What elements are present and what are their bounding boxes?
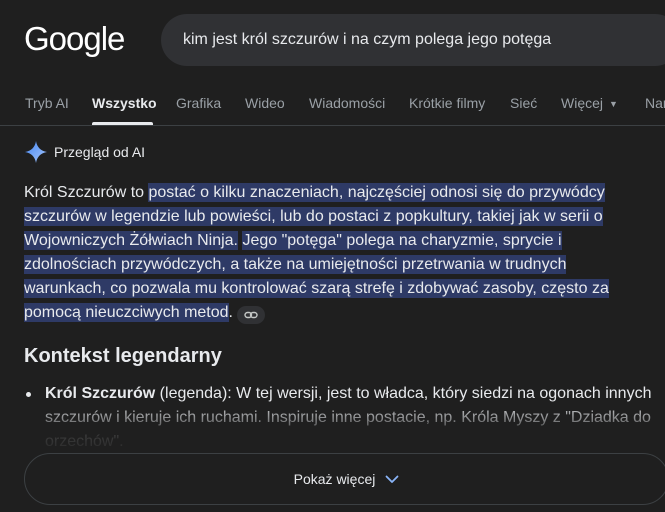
bullet-list: Król Szczurów (legenda): W tej wersji, j… [24,382,654,454]
search-tabs: Tryb AI Wszystko Grafika Wideo Wiadomośc… [0,82,665,126]
search-box[interactable] [161,14,665,66]
link-icon [244,311,258,319]
tab-short-videos[interactable]: Krótkie filmy [409,95,485,111]
bullet-dot [26,392,31,397]
tab-tools[interactable]: Nar [645,95,665,111]
source-link-chip[interactable] [237,306,265,324]
overview-intro: Król Szczurów to [24,184,149,201]
tab-more[interactable]: Więcej ▼ [561,95,618,111]
search-input[interactable] [181,30,665,50]
list-item: Król Szczurów (legenda): W tej wersji, j… [24,382,654,454]
overview-end: . [228,304,233,321]
ai-overview-title: Przegląd od AI [54,144,146,160]
caret-down-icon: ▼ [609,99,618,110]
tab-all[interactable]: Wszystko [92,95,157,111]
ai-overview-text: Król Szczurów to postać o kilku znaczeni… [24,181,644,325]
list-item-term: Król Szczurów [45,385,156,402]
tab-videos[interactable]: Wideo [245,95,285,111]
google-logo[interactable]: Google [24,20,125,58]
tab-more-label: Więcej [561,95,604,111]
tab-news[interactable]: Wiadomości [309,95,385,111]
tab-ai-mode[interactable]: Tryb AI [25,95,69,111]
section-heading: Kontekst legendarny [24,345,222,367]
tabs-divider [0,125,665,126]
show-more-button[interactable]: Pokaż więcej [24,453,665,505]
show-more-label: Pokaż więcej [293,471,376,487]
gemini-sparkle-icon [25,141,47,163]
ai-overview-header: Przegląd od AI [24,140,145,164]
tab-web[interactable]: Sieć [510,95,537,111]
search-results-page: Google Tryb AI Wszystko Grafika Wideo Wi… [0,0,665,512]
chevron-down-icon [385,475,399,483]
tab-images[interactable]: Grafika [176,95,221,111]
